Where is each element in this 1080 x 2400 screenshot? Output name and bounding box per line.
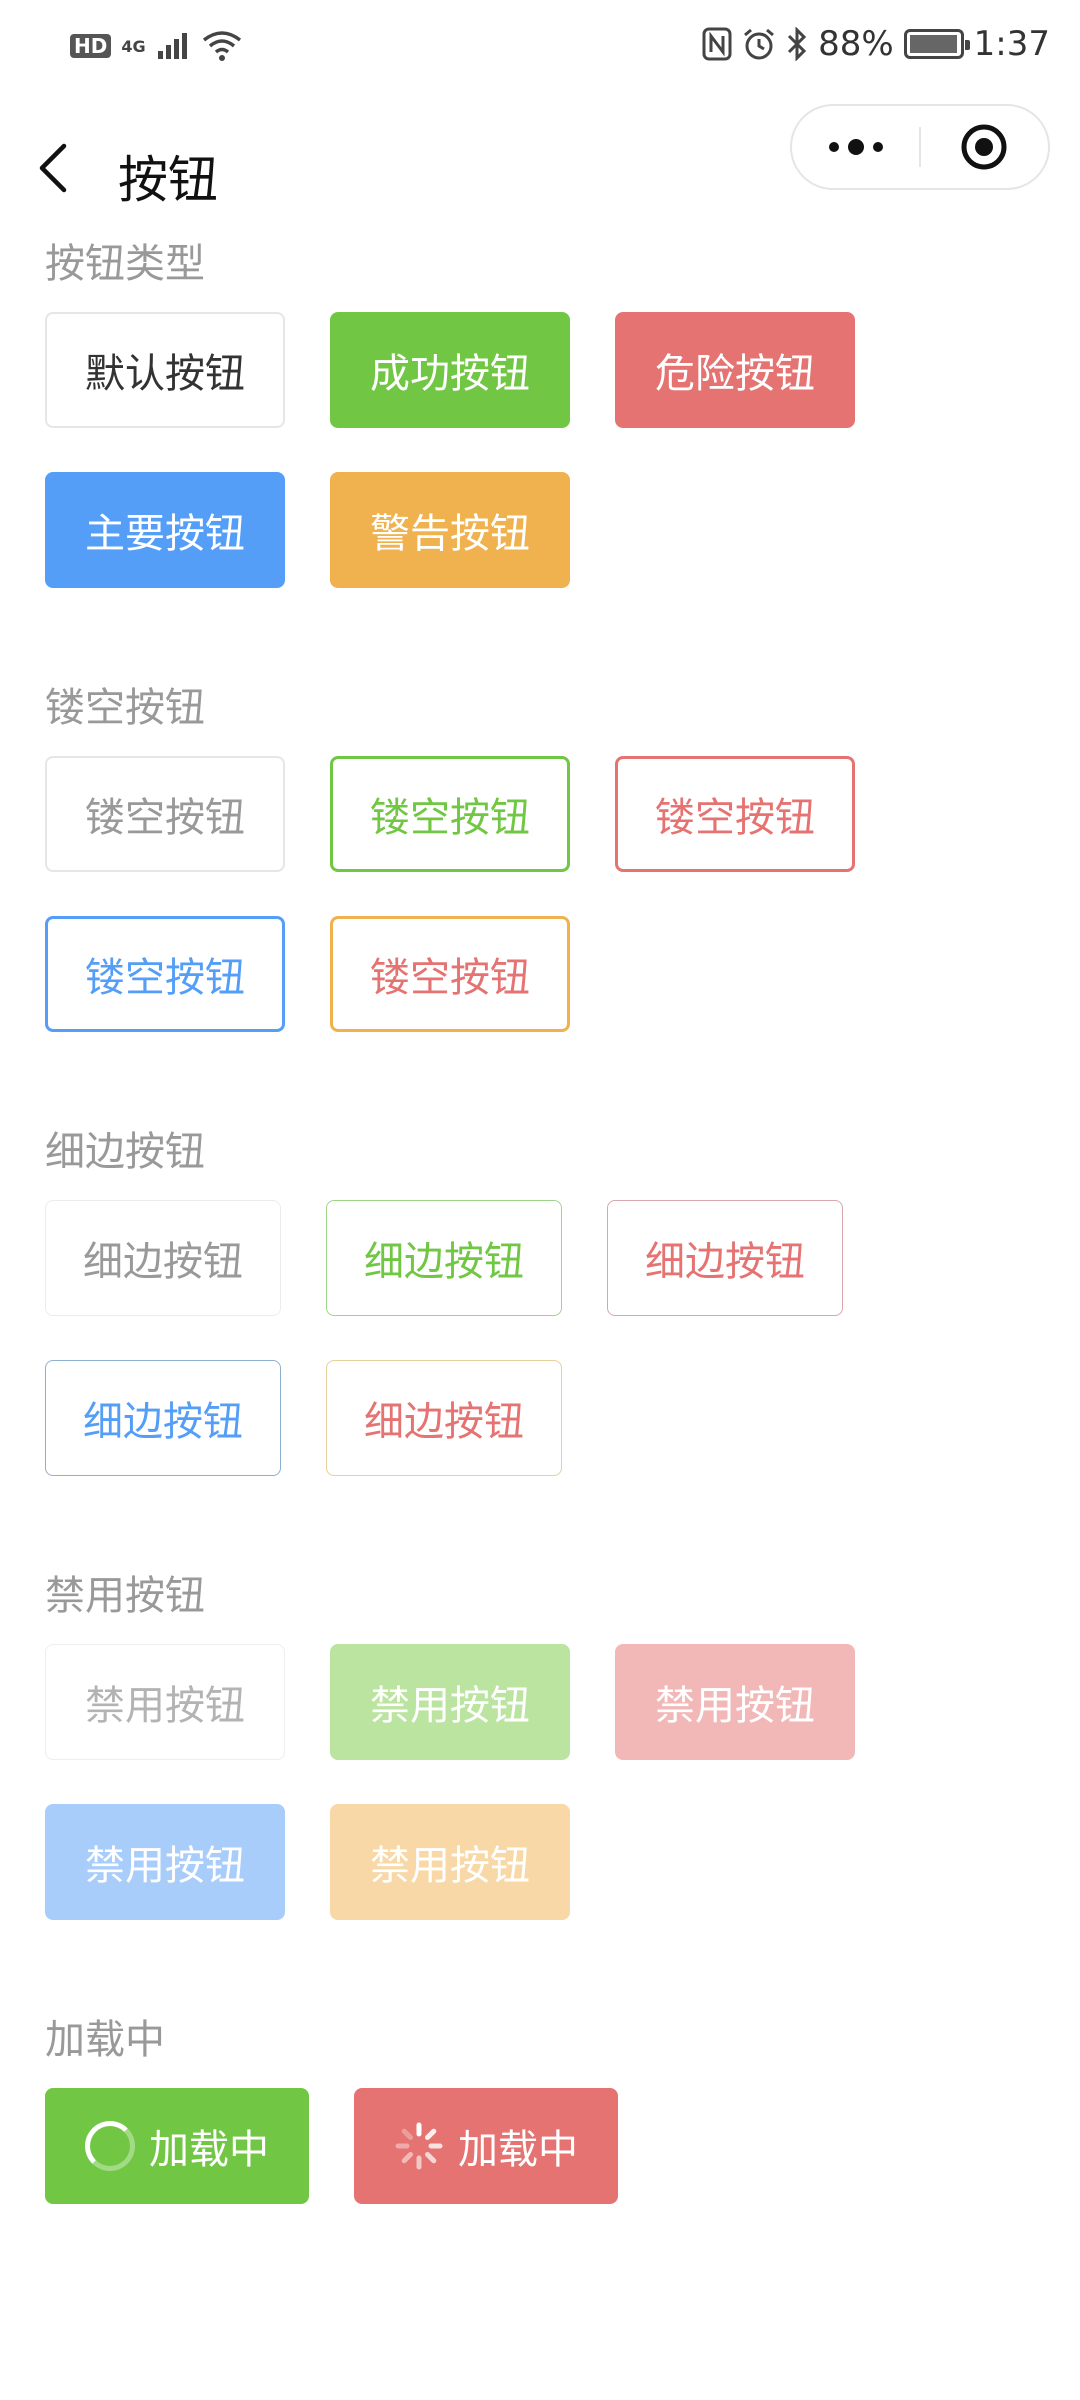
button-row: 镂空按钮 镂空按钮 — [45, 916, 1045, 1032]
section-title: 加载中 — [45, 2017, 165, 2063]
button-row: 主要按钮 警告按钮 — [45, 472, 1045, 588]
section-button-types: 按钮类型 默认按钮 成功按钮 危险按钮 主要按钮 警告按钮 — [45, 234, 1045, 588]
capsule-menu — [790, 104, 1050, 190]
target-icon — [961, 124, 1007, 170]
hairline-danger-button[interactable]: 细边按钮 — [607, 1200, 843, 1316]
bluetooth-icon — [788, 27, 807, 61]
button-row: 镂空按钮 镂空按钮 镂空按钮 — [45, 756, 1045, 872]
back-chevron-icon — [39, 143, 67, 193]
hairline-warning-button[interactable]: 细边按钮 — [326, 1360, 562, 1476]
section-title: 镂空按钮 — [45, 685, 205, 731]
plain-default-button[interactable]: 镂空按钮 — [45, 756, 285, 872]
section-loading-buttons: 加载中 加载中 加载中 — [45, 2010, 1045, 2204]
hd-icon: HD — [70, 34, 112, 58]
section-disabled-buttons: 禁用按钮 禁用按钮 禁用按钮 禁用按钮 禁用按钮 禁用按钮 — [45, 1566, 1045, 1920]
nfc-icon — [702, 27, 732, 61]
hairline-default-button[interactable]: 细边按钮 — [45, 1200, 281, 1316]
plain-warning-button[interactable]: 镂空按钮 — [330, 916, 570, 1032]
button-row: 默认按钮 成功按钮 危险按钮 — [45, 312, 1045, 428]
signal-icon — [157, 33, 187, 59]
plain-success-button[interactable]: 镂空按钮 — [330, 756, 570, 872]
disabled-warning-button: 禁用按钮 — [330, 1804, 570, 1920]
page: HD 4G 88% 1:37 按钮 按钮类型 默认按钮 成功按钮 危险按钮 主要… — [0, 0, 1080, 2400]
battery-level-fill — [909, 35, 958, 53]
hairline-primary-button[interactable]: 细边按钮 — [45, 1360, 281, 1476]
warning-button[interactable]: 警告按钮 — [330, 472, 570, 588]
loading-success-button[interactable]: 加载中 — [45, 2088, 309, 2204]
primary-button[interactable]: 主要按钮 — [45, 472, 285, 588]
plain-danger-button[interactable]: 镂空按钮 — [615, 756, 855, 872]
spinner-dots-icon — [395, 2122, 443, 2170]
success-button[interactable]: 成功按钮 — [330, 312, 570, 428]
status-time: 1:37 — [973, 24, 1050, 64]
section-plain-buttons: 镂空按钮 镂空按钮 镂空按钮 镂空按钮 镂空按钮 镂空按钮 — [45, 678, 1045, 1032]
button-row: 细边按钮 细边按钮 — [45, 1360, 1045, 1476]
battery-icon — [903, 29, 970, 59]
button-row: 禁用按钮 禁用按钮 — [45, 1804, 1045, 1920]
disabled-primary-button: 禁用按钮 — [45, 1804, 285, 1920]
loading-danger-button[interactable]: 加载中 — [354, 2088, 618, 2204]
hairline-success-button[interactable]: 细边按钮 — [326, 1200, 562, 1316]
status-right: 88% 1:37 — [702, 24, 1050, 64]
default-button[interactable]: 默认按钮 — [45, 312, 285, 428]
section-title: 细边按钮 — [45, 1129, 205, 1175]
network-type: 4G — [121, 36, 146, 56]
button-row: 细边按钮 细边按钮 细边按钮 — [45, 1200, 1045, 1316]
button-row: 禁用按钮 禁用按钮 禁用按钮 — [45, 1644, 1045, 1760]
close-button[interactable] — [921, 106, 1048, 188]
danger-button[interactable]: 危险按钮 — [615, 312, 855, 428]
nav-bar: 按钮 — [0, 104, 1080, 234]
button-row: 加载中 加载中 — [45, 2088, 1045, 2204]
battery-percent: 88% — [818, 24, 894, 64]
spinner-ring-icon — [85, 2121, 135, 2171]
content: 按钮类型 默认按钮 成功按钮 危险按钮 主要按钮 警告按钮 镂空按钮 镂空按钮 … — [45, 234, 1045, 2294]
alarm-icon — [744, 28, 775, 60]
page-title: 按钮 — [118, 151, 218, 209]
section-title: 禁用按钮 — [45, 1573, 205, 1619]
status-left: HD 4G — [70, 30, 242, 62]
status-bar: HD 4G 88% 1:37 — [0, 0, 1080, 104]
disabled-danger-button: 禁用按钮 — [615, 1644, 855, 1760]
more-button[interactable] — [792, 106, 919, 188]
disabled-default-button: 禁用按钮 — [45, 1644, 285, 1760]
section-title: 按钮类型 — [45, 241, 205, 287]
loading-label: 加载中 — [149, 2127, 269, 2173]
more-dots-icon — [828, 139, 883, 155]
plain-primary-button[interactable]: 镂空按钮 — [45, 916, 285, 1032]
back-button[interactable] — [38, 128, 98, 208]
section-hairline-buttons: 细边按钮 细边按钮 细边按钮 细边按钮 细边按钮 细边按钮 — [45, 1122, 1045, 1476]
loading-label: 加载中 — [458, 2127, 578, 2173]
disabled-success-button: 禁用按钮 — [330, 1644, 570, 1760]
wifi-icon — [202, 31, 241, 61]
